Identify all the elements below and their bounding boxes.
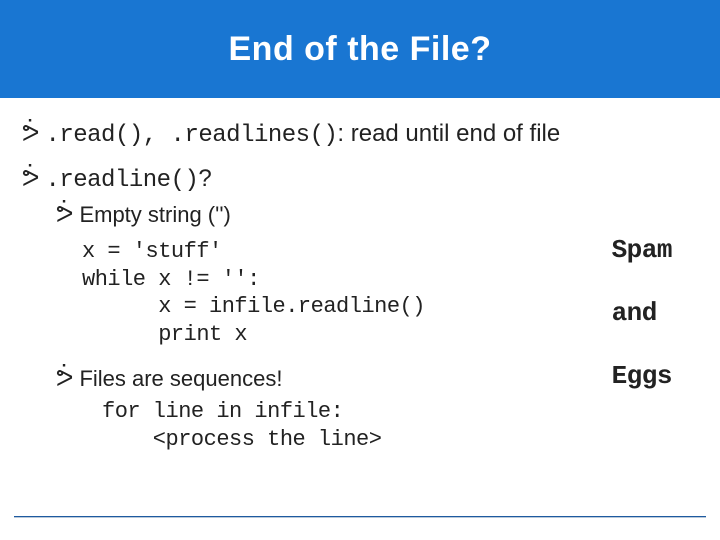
sub-bullet-2-text: Files are sequences! bbox=[79, 366, 282, 392]
bullet-icon: ᕘ bbox=[22, 167, 39, 191]
code-example-1: x = 'stuff' while x != '': x = infile.re… bbox=[82, 238, 692, 348]
slide-header: End of the File? bbox=[0, 0, 720, 98]
bullet-icon: ᕘ bbox=[56, 203, 73, 227]
bullet-icon: ᕘ bbox=[22, 122, 39, 146]
output-line-2: and bbox=[612, 285, 672, 342]
slide-footer-rule bbox=[14, 516, 706, 518]
output-line-1: Spam bbox=[612, 222, 672, 279]
bullet-2-code: .readline() bbox=[45, 167, 198, 194]
output-column: Spam and Eggs bbox=[612, 222, 672, 412]
bullet-2: ᕘ .readline()? bbox=[22, 165, 692, 194]
bullet-icon: ᕘ bbox=[56, 367, 73, 391]
bullet-1-text: : read until end of file bbox=[337, 120, 560, 147]
bullet-1-code: .read(), .readlines() bbox=[45, 122, 337, 149]
sub-bullet-1: ᕘ Empty string ('') bbox=[56, 202, 692, 228]
bullet-2-text: ? bbox=[198, 165, 211, 192]
code-example-2: for line in infile: <process the line> bbox=[102, 398, 692, 453]
sub-bullet-1-text: Empty string ('') bbox=[79, 202, 230, 228]
slide-title: End of the File? bbox=[229, 30, 492, 69]
output-line-3: Eggs bbox=[612, 348, 672, 405]
bullet-1: ᕘ .read(), .readlines(): read until end … bbox=[22, 120, 692, 149]
sub-bullet-2: ᕘ Files are sequences! bbox=[56, 366, 692, 392]
